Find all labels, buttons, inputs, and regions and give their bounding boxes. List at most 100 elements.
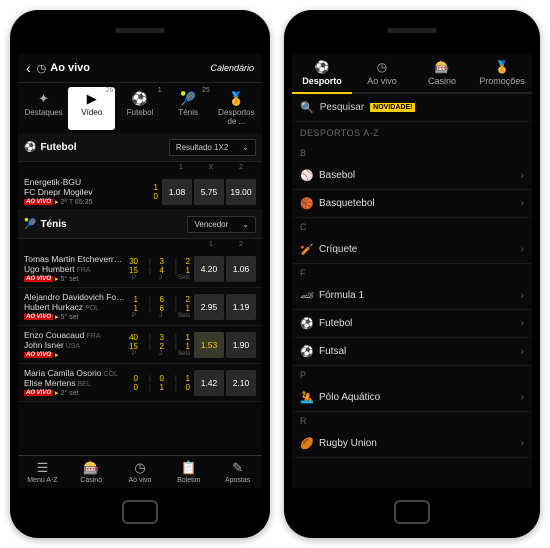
search-row[interactable]: 🔍 Pesquisar NOVIDADE!	[292, 94, 532, 122]
letter-header: F	[292, 264, 532, 282]
play-icon: ▸	[55, 275, 59, 283]
odd-button[interactable]: 1.06	[226, 256, 256, 282]
bottom-nav: ☰Menu A-Z🎰Casino◷Ao vivo📋Boletim✎Apostas	[18, 455, 262, 488]
sport-críquete[interactable]: 🏏 Críquete ›	[292, 236, 532, 264]
sport-name: Críquete	[319, 244, 515, 255]
play-icon: ▸	[55, 389, 59, 397]
sport-basebol[interactable]: ⚾ Basebol ›	[292, 162, 532, 190]
chevron-right-icon: ›	[521, 244, 524, 255]
topnav-promoções[interactable]: 🏅Promoções	[472, 54, 532, 92]
nav-apostas[interactable]: ✎Apostas	[213, 456, 262, 488]
nav-icon: ◷	[116, 460, 165, 476]
nav-icon: ✎	[213, 460, 262, 476]
search-icon: 🔍	[300, 101, 314, 114]
nav-icon: 🎰	[67, 460, 116, 476]
nav-icon: 📋	[164, 460, 213, 476]
odd-button[interactable]: 5.75	[194, 179, 224, 205]
sport-fórmula-1[interactable]: 🏎 Fórmula 1 ›	[292, 282, 532, 310]
sport-pólo-aquático[interactable]: 🤽 Pólo Aquático ›	[292, 384, 532, 412]
odd-button[interactable]: 1.08	[162, 179, 192, 205]
live-tag: AO VIVO	[24, 314, 53, 320]
sport-icon: 🏎	[300, 289, 313, 302]
nav-ao-vivo[interactable]: ◷Ao vivo	[116, 456, 165, 488]
live-tag: AO VIVO	[24, 199, 53, 205]
nav-icon: ◷	[354, 60, 410, 74]
chevron-right-icon: ›	[521, 198, 524, 209]
nav-boletim[interactable]: 📋Boletim	[164, 456, 213, 488]
score: 0|0|1 0|1|0	[128, 374, 190, 392]
odds-header: 12	[18, 239, 262, 250]
sport-icon: 🏀	[300, 197, 313, 210]
match-time: 5° set	[61, 314, 79, 321]
sports-scroll[interactable]: DESPORTOS A-Z B ⚾ Basebol › 🏀 Basquetebo…	[292, 122, 532, 488]
odd-button[interactable]: 1.42	[194, 370, 224, 396]
chevron-down-icon: ⌄	[242, 220, 249, 229]
phone-left: ‹ ◷ Ao vivo Calendário ✦Destaques 26 ▶Ví…	[10, 10, 270, 538]
calendar-link[interactable]: Calendário	[210, 63, 254, 73]
odd-button[interactable]: 4.20	[194, 256, 224, 282]
odd-button[interactable]: 19.00	[226, 179, 256, 205]
back-icon[interactable]: ‹	[26, 60, 31, 76]
chevron-down-icon: ⌄	[242, 143, 249, 152]
team-away: Ugo HumbertFRA	[24, 264, 126, 274]
sport-icon: ⚽	[300, 317, 313, 330]
sport-icon: 🏏	[300, 243, 313, 256]
section-title[interactable]: ⚽Futebol	[24, 142, 169, 153]
topnav-desporto[interactable]: ⚽Desporto	[292, 54, 352, 94]
score: 10	[148, 183, 158, 201]
market-dropdown[interactable]: Vencedor⌄	[187, 216, 256, 233]
sport-basquetebol[interactable]: 🏀 Basquetebol ›	[292, 190, 532, 218]
tab-vídeo[interactable]: 26 ▶Vídeo	[68, 87, 115, 130]
play-icon: ▸	[55, 351, 59, 359]
odd-button[interactable]: 2.10	[226, 370, 256, 396]
section-title[interactable]: 🎾Ténis	[24, 219, 187, 230]
content-scroll[interactable]: ⚽Futebol Resultado 1X2⌄ 1X2 Energetik-BG…	[18, 134, 262, 455]
odd-button[interactable]: 1.53	[194, 332, 224, 358]
top-nav: ⚽Desporto◷Ao vivo🎰Casino🏅Promoções	[292, 54, 532, 94]
badge: 25	[202, 87, 210, 94]
live-tag: AO VIVO	[24, 276, 53, 282]
tab-destaques[interactable]: ✦Destaques	[20, 87, 67, 130]
sport-name: Futebol	[319, 318, 515, 329]
tab-ténis[interactable]: 25 🎾Ténis	[165, 87, 212, 130]
sport-name: Pólo Aquático	[319, 392, 515, 403]
market-dropdown[interactable]: Resultado 1X2⌄	[169, 139, 256, 156]
team-away: Hubert HurkaczPOL	[24, 302, 126, 312]
team-home: Tomas Martin EtcheverryARG	[24, 254, 126, 264]
chevron-right-icon: ›	[521, 438, 524, 449]
tab-icon: ⚽	[118, 91, 161, 107]
badge: 26	[106, 87, 114, 94]
sport-name: Basquetebol	[319, 198, 515, 209]
nav-icon: ⚽	[294, 60, 350, 74]
tab-desportos de ...[interactable]: 🏅Desportos de ...	[213, 87, 260, 130]
match-row[interactable]: Energetik-BGU FC Dnepr Mogilev AO VIVO▸2…	[18, 173, 262, 211]
chevron-right-icon: ›	[521, 346, 524, 357]
topnav-ao vivo[interactable]: ◷Ao vivo	[352, 54, 412, 92]
topnav-casino[interactable]: 🎰Casino	[412, 54, 472, 92]
sport-rugby-union[interactable]: 🏉 Rugby Union ›	[292, 430, 532, 458]
odd-button[interactable]: 1.90	[226, 332, 256, 358]
sport-icon: 🏉	[300, 437, 313, 450]
phone-right: ⚽Desporto◷Ao vivo🎰Casino🏅Promoções 🔍 Pes…	[284, 10, 540, 538]
odd-button[interactable]: 2.95	[194, 294, 224, 320]
match-row[interactable]: Alejandro Davidovich Fokina Hubert Hurka…	[18, 288, 262, 326]
nav-menu-a-z[interactable]: ☰Menu A-Z	[18, 456, 67, 488]
section-tenis: 🎾Ténis Vencedor⌄	[18, 211, 262, 239]
sport-futsal[interactable]: ⚽ Futsal ›	[292, 338, 532, 366]
match-time: 5° set	[61, 276, 79, 283]
chevron-right-icon: ›	[521, 170, 524, 181]
match-row[interactable]: Enzo CouacaudFRA John IsnerUSA AO VIVO▸ …	[18, 326, 262, 364]
odd-button[interactable]: 1.19	[226, 294, 256, 320]
team-away: FC Dnepr Mogilev	[24, 187, 148, 197]
sport-futebol[interactable]: ⚽ Futebol ›	[292, 310, 532, 338]
tab-futebol[interactable]: 1 ⚽Futebol	[116, 87, 163, 130]
match-row[interactable]: Maria Camila OsorioCOL Elise MertensBEL …	[18, 364, 262, 402]
nav-casino[interactable]: 🎰Casino	[67, 456, 116, 488]
match-row[interactable]: Tomas Martin EtcheverryARG Ugo HumbertFR…	[18, 250, 262, 288]
score: 40|3|1 15|2|1 P J Sets	[126, 333, 190, 357]
screen-left: ‹ ◷ Ao vivo Calendário ✦Destaques 26 ▶Ví…	[18, 54, 262, 488]
score: 1|6|2 1|6|1 P J Sets	[126, 295, 190, 319]
az-header: DESPORTOS A-Z	[292, 122, 532, 144]
sport-name: Basebol	[319, 170, 515, 181]
football-icon: ⚽	[24, 142, 36, 153]
